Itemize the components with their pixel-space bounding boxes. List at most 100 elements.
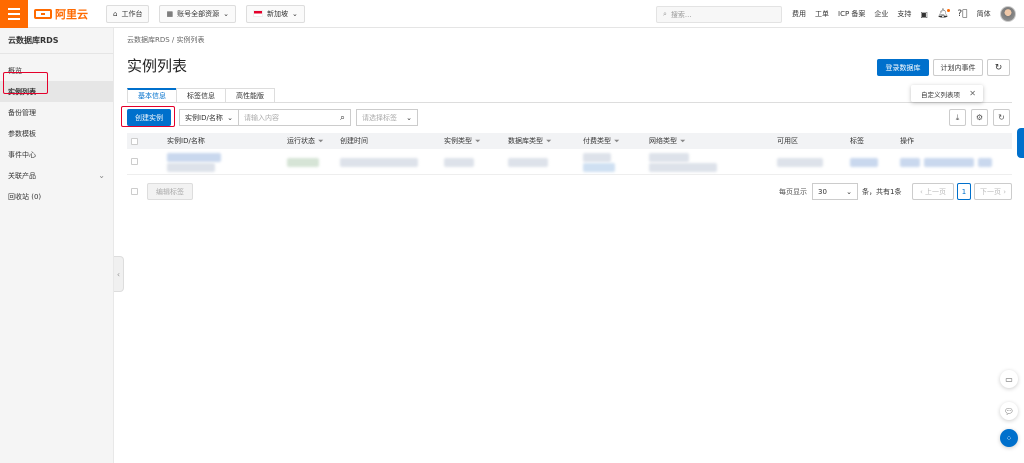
- col-status: 运行状态 ⏷: [287, 136, 324, 146]
- help-icon[interactable]: ?⃝: [957, 9, 967, 19]
- next-page-label: 下一页: [979, 187, 1001, 196]
- sidebar-item-label: 参数模板: [8, 129, 36, 138]
- sidebar-item-backup[interactable]: 备份管理: [0, 102, 113, 123]
- sidebar-item-param-templates[interactable]: 参数模板: [0, 123, 113, 144]
- home-icon: ⌂: [113, 9, 118, 18]
- refresh-icon[interactable]: ↻: [993, 109, 1010, 126]
- sidebar-item-related-products[interactable]: 关联产品 ⌄: [0, 165, 113, 186]
- redacted-status: [287, 158, 319, 167]
- col-tags: 标签: [850, 136, 864, 146]
- filter-icon[interactable]: ⏷: [546, 137, 552, 146]
- refresh-icon[interactable]: ↻: [987, 59, 1010, 76]
- prev-page-button[interactable]: ‹ 上一页: [912, 183, 954, 200]
- redacted-action-more[interactable]: [978, 158, 992, 167]
- account-scope-select[interactable]: ▦ 账号全部资源 ⌄: [159, 4, 236, 23]
- table-row[interactable]: [127, 149, 1012, 175]
- nav-link-billing[interactable]: 费用: [792, 9, 806, 19]
- next-page-button[interactable]: 下一页 ›: [974, 183, 1012, 200]
- sidebar-item-recycle-bin[interactable]: 回收站 (0): [0, 186, 113, 207]
- region-select[interactable]: 新加坡 ⌄: [245, 4, 305, 23]
- global-search-input[interactable]: ⌕ 搜索...: [656, 6, 782, 23]
- user-avatar[interactable]: [999, 6, 1016, 22]
- aliyun-logo-icon: [34, 8, 52, 19]
- chevron-down-icon: ⌄: [223, 9, 229, 18]
- workbench-button[interactable]: ⌂ 工作台: [106, 4, 150, 23]
- filter-icon[interactable]: ⏷: [680, 137, 686, 146]
- settings-icon[interactable]: ⚙: [971, 109, 988, 126]
- nav-link-icp[interactable]: ICP 备案: [838, 9, 865, 19]
- prev-page-label: 上一页: [925, 187, 947, 196]
- per-page-label: 每页显示: [779, 188, 807, 196]
- grid-icon: ▦: [166, 9, 174, 18]
- filter-keyword-input[interactable]: 请输入内容 ⌕: [238, 109, 351, 126]
- feedback-icon[interactable]: ▭: [1000, 370, 1018, 388]
- chevron-down-icon: ⌄: [291, 9, 298, 18]
- column-label: 网络类型: [649, 137, 677, 145]
- redacted-network-detail: [649, 163, 717, 172]
- select-all-checkbox[interactable]: [131, 137, 138, 145]
- page-number-current[interactable]: 1: [957, 183, 971, 200]
- singapore-flag-icon: [252, 10, 263, 17]
- filter-icon[interactable]: ⏷: [614, 137, 620, 146]
- chat-icon[interactable]: 💬︎: [1000, 402, 1018, 420]
- chevron-down-icon: ⌄: [98, 171, 105, 180]
- aliyun-logo[interactable]: 阿里云: [34, 6, 88, 22]
- apps-grid-icon[interactable]: ⁘: [1000, 429, 1018, 447]
- chevron-right-icon: ›: [1000, 187, 1007, 196]
- column-label: 创建时间: [340, 137, 368, 145]
- search-icon: ⌕: [663, 10, 667, 18]
- custom-columns-tooltip: 自定义列表项 ✕: [911, 85, 983, 102]
- col-actions: 操作: [900, 136, 914, 146]
- tooltip-text: 自定义列表项: [921, 90, 960, 99]
- redacted-network-type: [649, 153, 689, 162]
- filter-field-select[interactable]: 实例ID/名称 ⌄: [179, 109, 239, 126]
- hamburger-menu-icon[interactable]: [0, 0, 28, 28]
- highlight-box-instances: [3, 72, 48, 94]
- chevron-down-icon: ⌄: [227, 113, 233, 122]
- main-content: 云数据库RDS / 实例列表 实例列表 登录数据库 计划内事件 ↻ 基本信息 标…: [121, 28, 1012, 463]
- side-assistant-tab[interactable]: [1017, 128, 1024, 158]
- col-network-type: 网络类型 ⏷: [649, 136, 686, 146]
- chevron-left-icon: ‹: [116, 269, 121, 279]
- search-icon[interactable]: ⌕: [340, 113, 345, 123]
- redacted-instance-name: [167, 163, 215, 172]
- filter-field-label: 实例ID/名称: [185, 113, 223, 122]
- column-label: 实例ID/名称: [167, 137, 205, 145]
- sidebar-collapse-toggle[interactable]: ‹: [114, 256, 124, 292]
- filter-icon[interactable]: ⏷: [318, 137, 324, 146]
- screen-icon[interactable]: ▣: [920, 10, 928, 19]
- tag-select[interactable]: 请选择标签 ⌄: [356, 109, 418, 126]
- tab-basic-info[interactable]: 基本信息: [127, 88, 177, 102]
- filter-icon[interactable]: ⏷: [475, 137, 481, 146]
- redacted-action-2[interactable]: [924, 158, 974, 167]
- sidebar-item-events[interactable]: 事件中心: [0, 144, 113, 165]
- pagination-bar: 编辑标签 每页显示 30 ⌄ 条，共有1条 ‹ 上一页 1 下一页 ›: [127, 183, 1012, 200]
- close-icon[interactable]: ✕: [969, 89, 976, 98]
- region-label: 新加坡: [266, 9, 288, 18]
- column-label: 实例类型: [444, 137, 472, 145]
- tab-high-performance[interactable]: 高性能版: [225, 88, 275, 102]
- language-switch[interactable]: 简体: [977, 9, 991, 19]
- redacted-billing-type: [583, 153, 611, 162]
- redacted-action-1[interactable]: [900, 158, 920, 167]
- tab-tag-info[interactable]: 标签信息: [176, 88, 226, 102]
- instance-tabs: 基本信息 标签信息 高性能版: [127, 88, 275, 102]
- nav-link-tickets[interactable]: 工单: [815, 9, 829, 19]
- breadcrumb: 云数据库RDS / 实例列表: [127, 36, 205, 44]
- account-scope-label: 账号全部资源: [177, 9, 220, 18]
- row-checkbox[interactable]: [131, 158, 138, 165]
- login-database-button[interactable]: 登录数据库: [877, 59, 929, 76]
- download-icon[interactable]: ⤓: [949, 109, 966, 126]
- nav-link-enterprise[interactable]: 企业: [874, 9, 888, 19]
- nav-link-support[interactable]: 支持: [897, 9, 911, 19]
- sidebar-item-label: 备份管理: [8, 108, 36, 117]
- batch-edit-tags-button[interactable]: 编辑标签: [147, 183, 193, 200]
- footer-select-checkbox[interactable]: [131, 188, 138, 195]
- column-label: 付费类型: [583, 137, 611, 145]
- redacted-tags[interactable]: [850, 158, 878, 167]
- col-created-time: 创建时间: [340, 136, 368, 146]
- per-page-select[interactable]: 30 ⌄: [812, 183, 858, 200]
- redacted-instance-id[interactable]: [167, 153, 221, 162]
- bell-icon[interactable]: 🔔︎: [937, 9, 951, 19]
- planned-events-button[interactable]: 计划内事件: [933, 59, 983, 76]
